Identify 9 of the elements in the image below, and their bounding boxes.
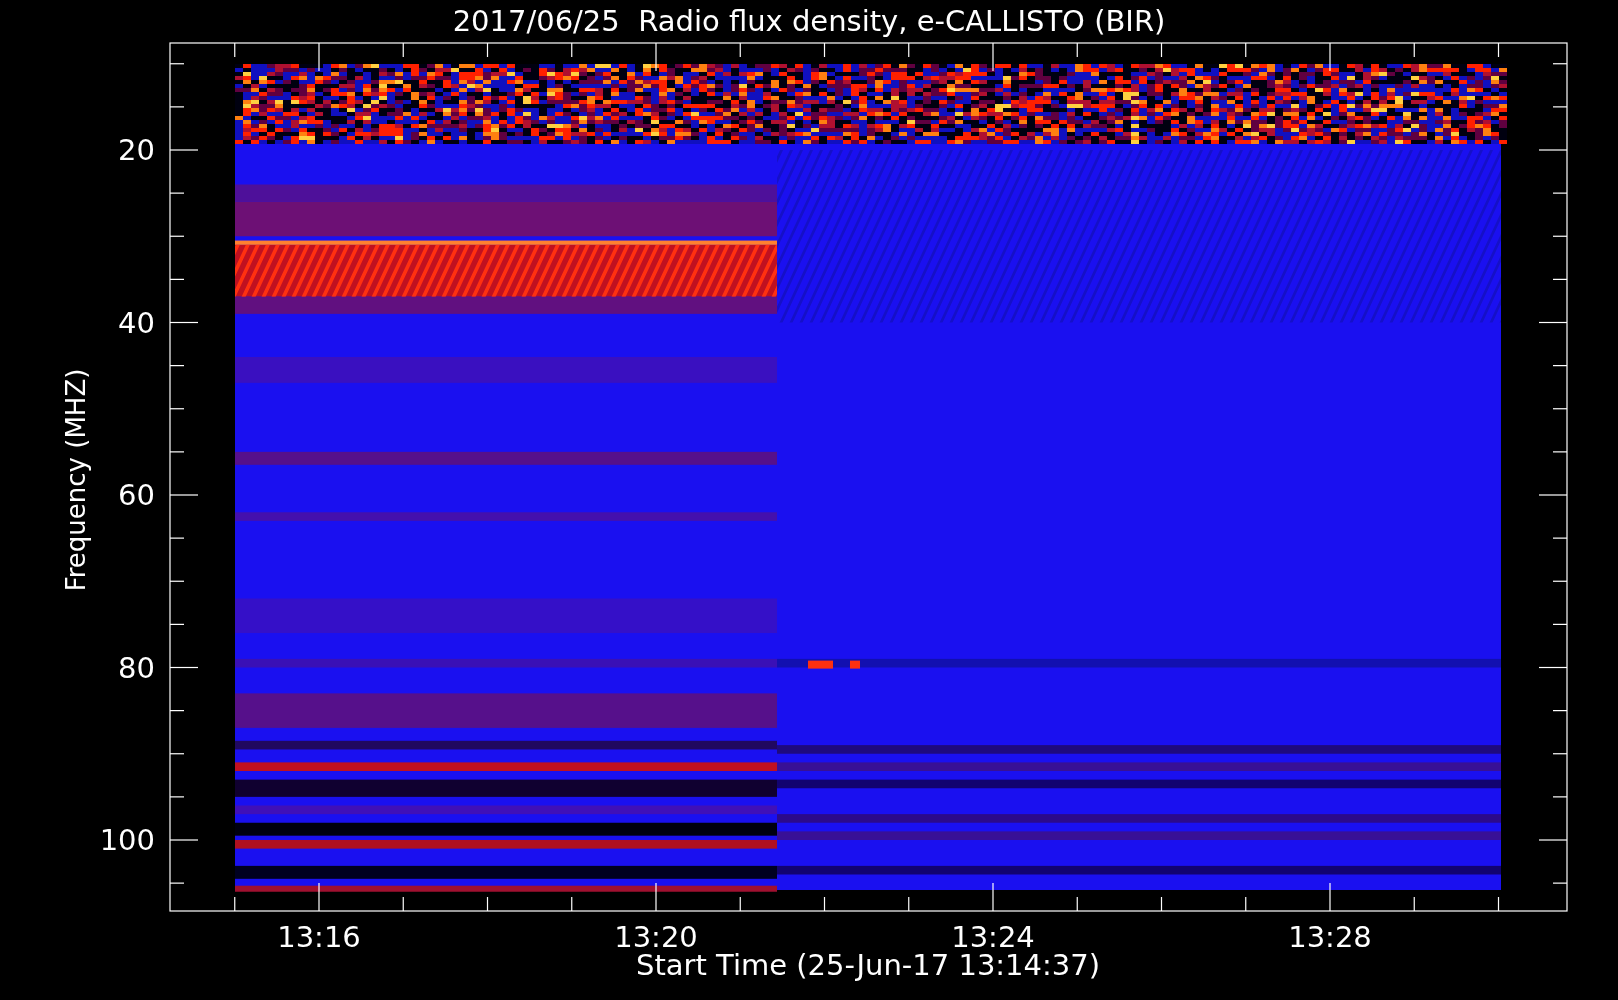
- axis-label: Frequency (MHZ): [61, 368, 91, 592]
- tick-label: 13:16: [277, 920, 361, 954]
- chart-title: 2017/06/25 Radio flux density, e-CALLISTO (BIR): [452, 4, 1166, 38]
- tick-label: 80: [118, 650, 155, 685]
- tick-label: 13:28: [1288, 920, 1372, 954]
- tick-label: 100: [99, 823, 155, 857]
- tick-label: 60: [118, 478, 155, 512]
- tick-label: 20: [118, 133, 155, 167]
- tick-label: 40: [118, 305, 155, 340]
